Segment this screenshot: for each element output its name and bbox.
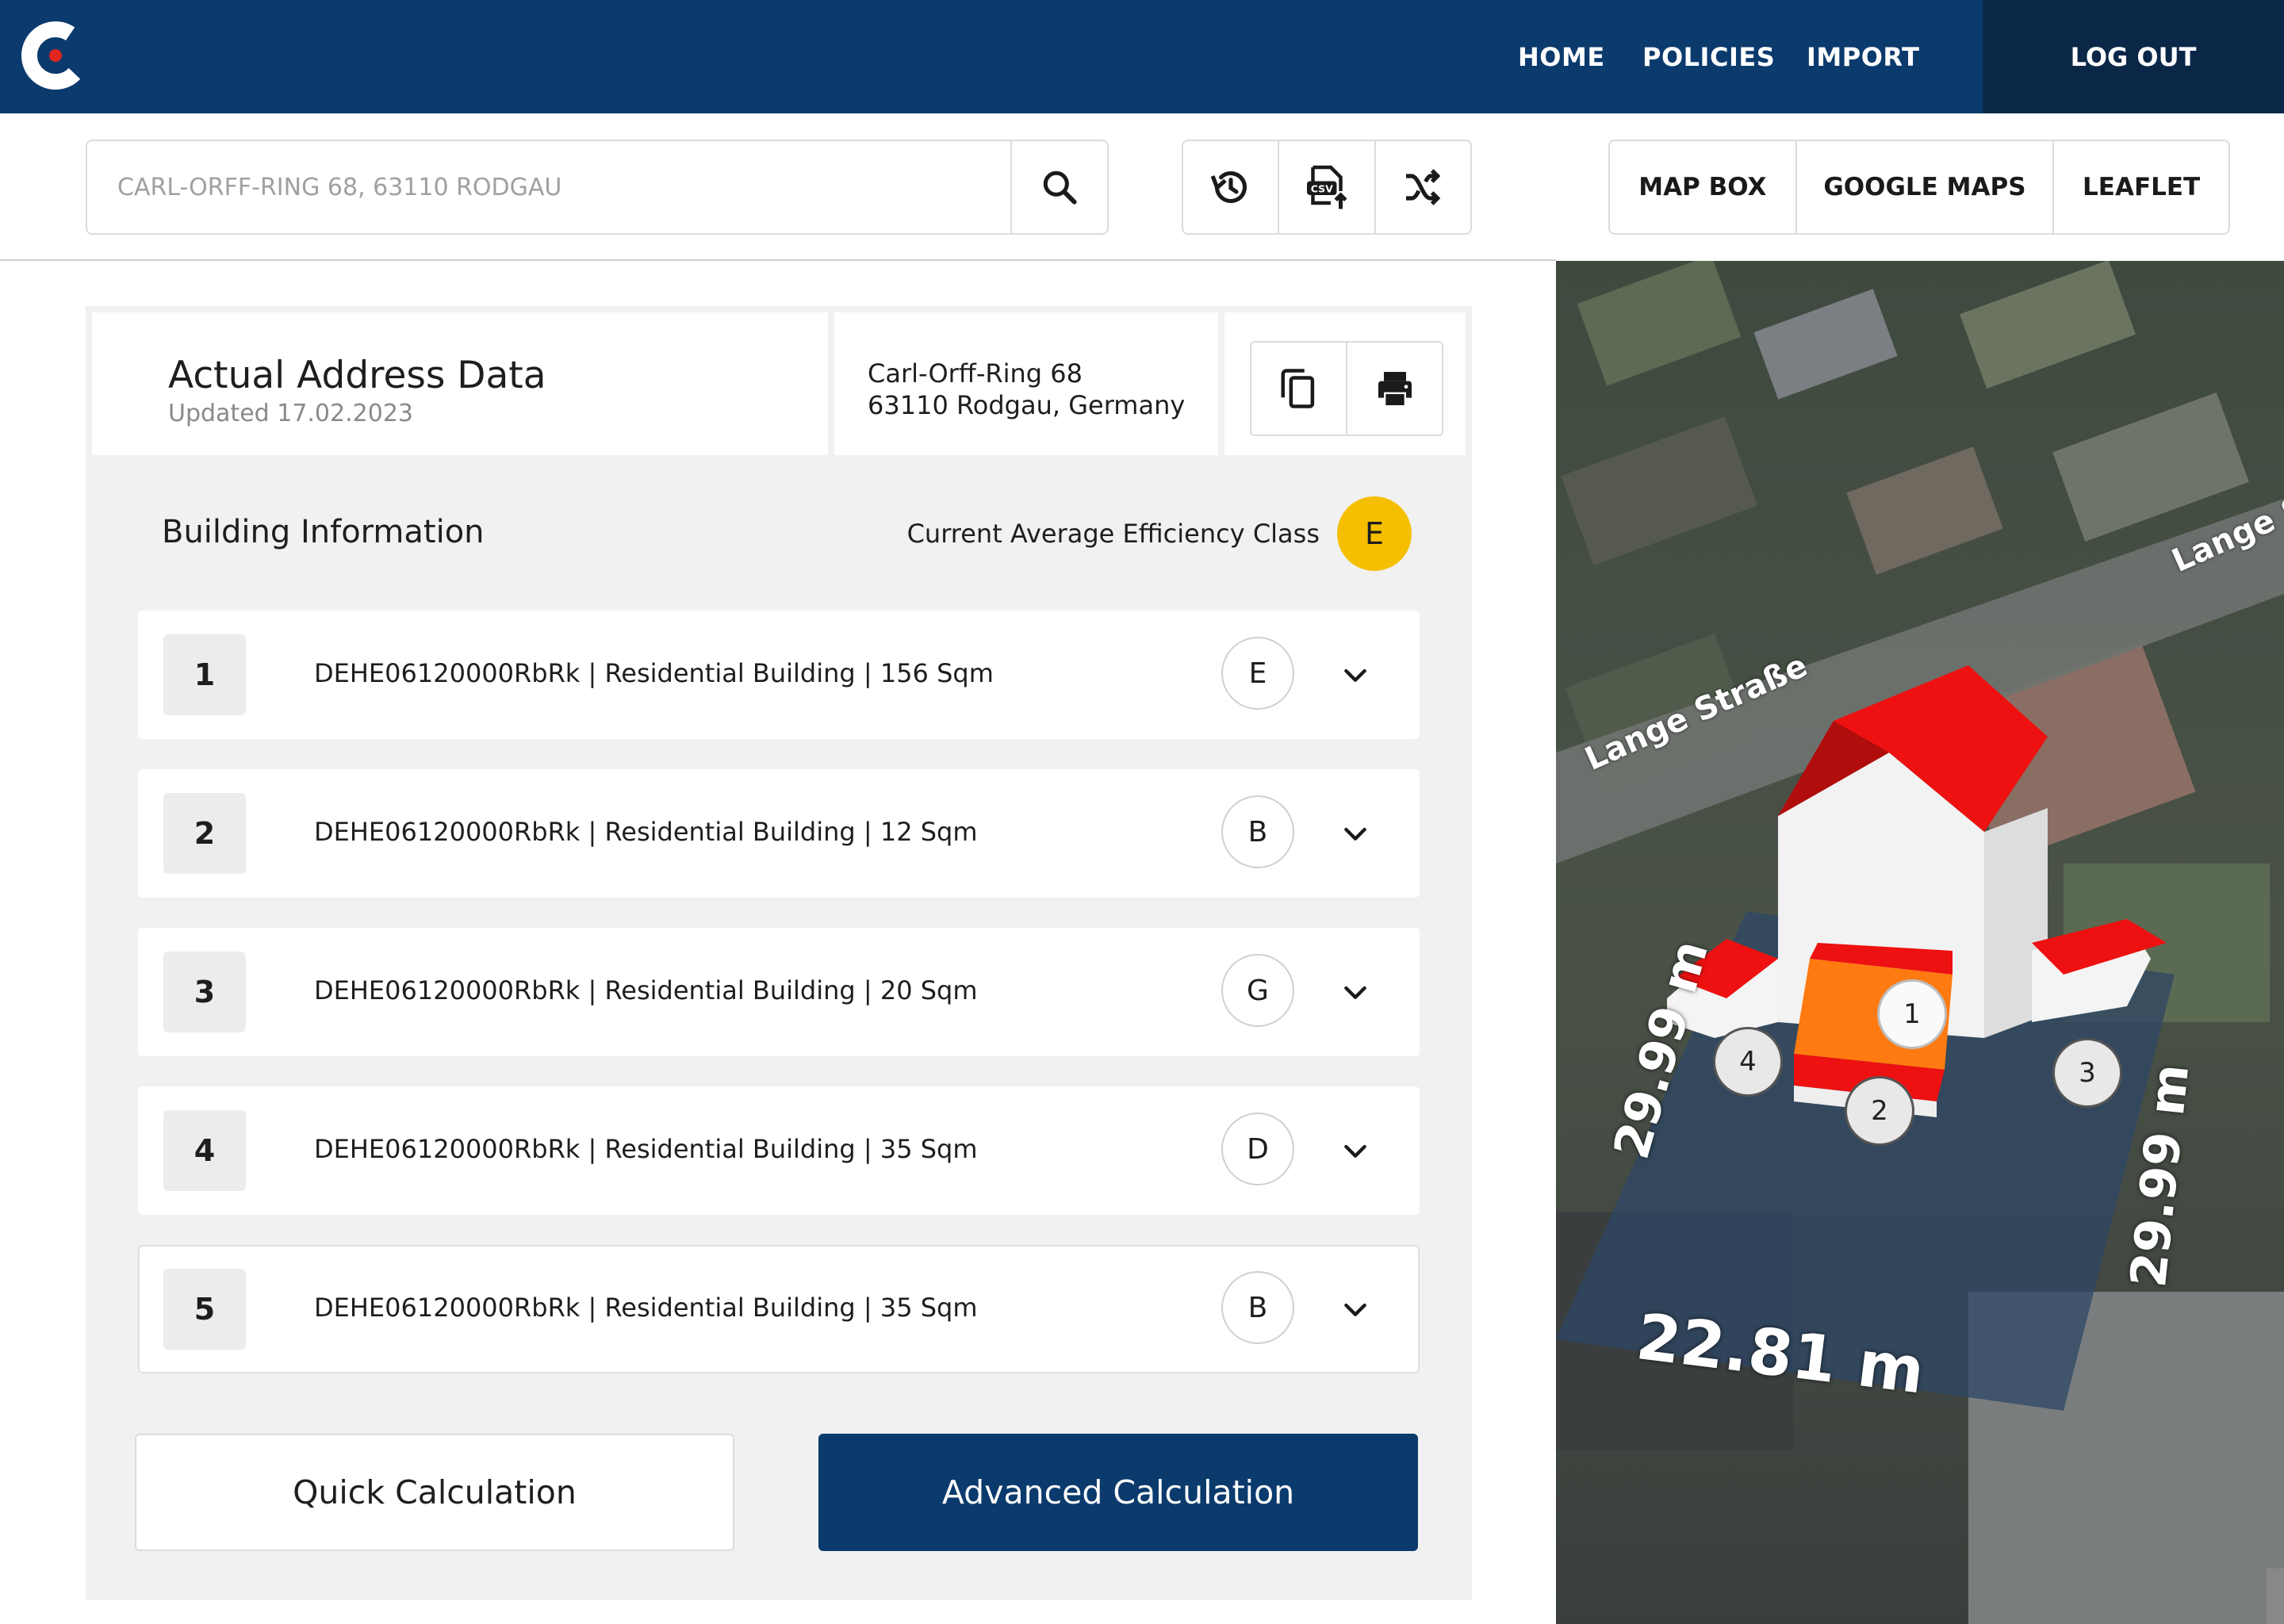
advanced-calculation-button[interactable]: Advanced Calculation — [818, 1434, 1418, 1551]
chevron-down-icon — [1344, 827, 1366, 841]
csv-upload-icon: CSV — [1306, 165, 1347, 209]
address-line-2: 63110 Rodgau, Germany — [868, 390, 1186, 420]
chevron-down-icon — [1344, 668, 1366, 682]
updated-date: Updated 17.02.2023 — [168, 400, 413, 427]
building-row[interactable]: 3 DEHE06120000RbRk | Residential Buildin… — [138, 928, 1420, 1056]
tab-google-maps[interactable]: GOOGLE MAPS — [1795, 141, 2053, 233]
building-marker-3[interactable]: 3 — [2052, 1038, 2122, 1108]
top-nav-bar: HOME POLICIES IMPORT LOG OUT — [0, 0, 2284, 113]
row-description: DEHE06120000RbRk | Residential Building … — [314, 975, 978, 1005]
toolbar-divider — [0, 259, 1556, 261]
building-row[interactable]: 5 DEHE06120000RbRk | Residential Buildin… — [138, 1245, 1420, 1373]
search-input[interactable] — [87, 141, 1015, 233]
logo-icon[interactable] — [17, 16, 97, 95]
chevron-down-icon — [1344, 1144, 1366, 1158]
quick-calculation-button[interactable]: Quick Calculation — [135, 1434, 734, 1551]
efficiency-class-badge: B — [1221, 795, 1294, 868]
efficiency-class-badge: B — [1221, 1271, 1294, 1344]
address-line-1: Carl-Orff-Ring 68 — [868, 358, 1083, 389]
row-number: 4 — [163, 1110, 246, 1191]
copy-button[interactable] — [1251, 343, 1346, 435]
expand-button[interactable] — [1336, 655, 1375, 695]
map-provider-tabs: MAP BOX GOOGLE MAPS LEAFLET — [1608, 140, 2230, 235]
print-icon — [1378, 372, 1412, 405]
row-description: DEHE06120000RbRk | Residential Building … — [314, 1293, 978, 1323]
expand-button[interactable] — [1336, 1289, 1375, 1329]
building-row[interactable]: 2 DEHE06120000RbRk | Residential Buildin… — [138, 769, 1420, 898]
building-row[interactable]: 4 DEHE06120000RbRk | Residential Buildin… — [138, 1086, 1420, 1215]
row-number: 3 — [163, 952, 246, 1032]
tab-map-box[interactable]: MAP BOX — [1610, 141, 1795, 233]
efficiency-class-badge: D — [1221, 1113, 1294, 1185]
tab-leaflet[interactable]: LEAFLET — [2052, 141, 2228, 233]
building-marker-2[interactable]: 2 — [1845, 1076, 1914, 1146]
expand-button[interactable] — [1336, 1131, 1375, 1170]
nav-policies[interactable]: POLICIES — [1642, 42, 1775, 72]
search-box — [86, 140, 1109, 235]
copy-icon — [1281, 369, 1314, 408]
row-description: DEHE06120000RbRk | Residential Building … — [314, 658, 994, 688]
search-icon — [1043, 170, 1077, 205]
map-view[interactable]: Lange Straße Lange S 29.99 m 29.99 m 22.… — [1556, 261, 2284, 1624]
logout-button[interactable]: LOG OUT — [1983, 0, 2284, 113]
csv-upload-button[interactable]: CSV — [1278, 141, 1374, 233]
address-card: Carl-Orff-Ring 68 63110 Rodgau, Germany — [834, 312, 1218, 455]
print-button[interactable] — [1346, 343, 1442, 435]
map-scrollbar[interactable] — [2267, 1568, 2284, 1624]
avg-efficiency-badge: E — [1337, 496, 1412, 571]
row-number: 2 — [163, 793, 246, 874]
address-data-title: Actual Address Data — [168, 354, 546, 397]
nav-import[interactable]: IMPORT — [1807, 42, 1919, 72]
row-number: 5 — [163, 1269, 246, 1350]
tool-button-group: CSV — [1182, 140, 1472, 235]
building-marker-1[interactable]: 1 — [1877, 979, 1947, 1049]
address-actions-card — [1224, 312, 1466, 455]
expand-button[interactable] — [1336, 972, 1375, 1012]
efficiency-class-badge: E — [1221, 637, 1294, 710]
row-description: DEHE06120000RbRk | Residential Building … — [314, 1134, 978, 1164]
search-button[interactable] — [1010, 141, 1107, 233]
svg-text:CSV: CSV — [1311, 183, 1333, 195]
building-info-title: Building Information — [162, 514, 485, 550]
avg-efficiency-label: Current Average Efficiency Class — [906, 519, 1320, 549]
efficiency-class-badge: G — [1221, 954, 1294, 1027]
chevron-down-icon — [1344, 1303, 1366, 1316]
building-row[interactable]: 1 DEHE06120000RbRk | Residential Buildin… — [138, 611, 1420, 739]
history-button[interactable] — [1183, 141, 1278, 233]
building-panel: Actual Address Data Updated 17.02.2023 C… — [86, 306, 1472, 1600]
chevron-down-icon — [1344, 986, 1366, 999]
row-description: DEHE06120000RbRk | Residential Building … — [314, 817, 978, 847]
nav-home[interactable]: HOME — [1518, 42, 1605, 72]
copy-print-group — [1250, 341, 1443, 436]
building-marker-4[interactable]: 4 — [1713, 1027, 1783, 1097]
address-title-card: Actual Address Data Updated 17.02.2023 — [92, 312, 828, 455]
shuffle-icon — [1406, 169, 1441, 205]
expand-button[interactable] — [1336, 814, 1375, 853]
row-number: 1 — [163, 634, 246, 715]
shuffle-button[interactable] — [1374, 141, 1470, 233]
history-icon — [1210, 170, 1247, 204]
